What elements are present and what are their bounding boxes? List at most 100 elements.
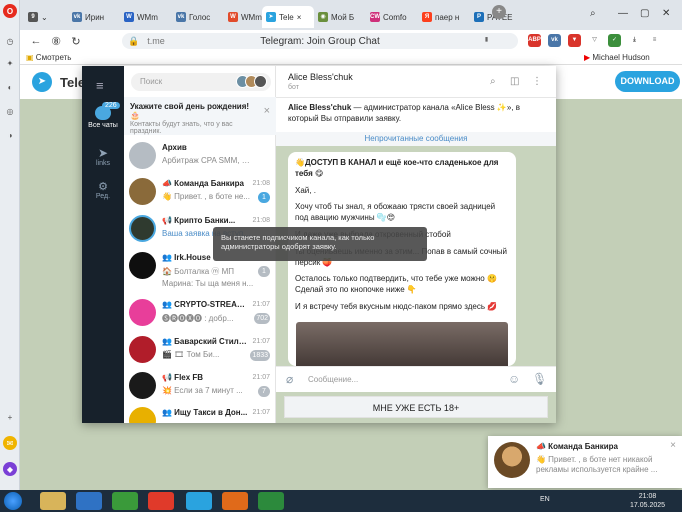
back-icon[interactable]: ← xyxy=(28,35,44,47)
search-tabs-icon[interactable]: ⌕ xyxy=(590,8,596,19)
forward-icon[interactable]: ⑧ xyxy=(48,35,64,48)
more-options-icon[interactable]: ⋮ xyxy=(532,76,542,87)
adblock-icon[interactable]: ABP xyxy=(528,34,541,47)
close-icon[interactable]: × xyxy=(297,13,302,22)
close-icon[interactable]: × xyxy=(670,440,676,451)
message-photo[interactable] xyxy=(296,322,508,366)
folder-links[interactable]: ➤ links xyxy=(82,146,124,167)
new-tab-button[interactable]: + xyxy=(492,5,506,19)
bookmark-item[interactable]: ▣ Смотреть xyxy=(26,53,71,62)
notification-text: 👋 Привет. , в боте нет никакой рекламы и… xyxy=(536,455,658,475)
vk-icon: vk xyxy=(176,12,186,22)
download-icon[interactable]: ⤓ xyxy=(628,34,641,47)
tab-item[interactable]: Я паер н xyxy=(418,6,470,28)
close-icon[interactable]: × xyxy=(264,105,270,117)
chat-row[interactable]: 👥 CRYPTO-STREAMI... 21:07 🅢🅡🅞🅧🅞 : добр..… xyxy=(124,295,276,334)
message-composer[interactable]: ⌀ Сообщение... ☺ 🎙 xyxy=(276,366,556,392)
download-button[interactable]: DOWNLOAD xyxy=(615,71,680,92)
close-window-button[interactable]: ✕ xyxy=(662,8,670,19)
language-indicator[interactable]: EN xyxy=(540,496,550,503)
unread-count: 702 xyxy=(254,313,270,324)
folder-label: Все чаты xyxy=(88,122,118,129)
folder-label: links xyxy=(95,160,110,167)
sidebar-toggle-icon[interactable]: ◫ xyxy=(510,76,519,87)
chat-preview: 🅢🅡🅞🅧🅞 : добр... xyxy=(162,314,234,323)
history-icon[interactable]: ◷ xyxy=(3,34,17,48)
speed-dial-icon[interactable]: ✦ xyxy=(3,56,17,70)
explorer-icon[interactable] xyxy=(40,492,66,510)
app-icon[interactable] xyxy=(258,492,284,510)
taskbar: EN 21:08 17.05.2025 xyxy=(0,490,682,512)
shield-icon[interactable]: ▼ xyxy=(568,34,581,47)
payeer-icon: P xyxy=(474,12,484,22)
birthday-banner[interactable]: Укажите свой день рождения! 🎂 Контакты б… xyxy=(124,97,276,135)
yandex-icon: Я xyxy=(422,12,432,22)
emoji-icon[interactable]: ☺ xyxy=(508,372,520,386)
search-input[interactable]: Поиск xyxy=(131,73,271,91)
globe-icon: ◉ xyxy=(318,12,328,22)
yandex-browser-icon[interactable] xyxy=(148,492,174,510)
maximize-button[interactable]: ▢ xyxy=(640,8,649,19)
tab-label: Ирин xyxy=(85,12,105,22)
folder-edit[interactable]: ⚙ Ред. xyxy=(82,180,124,200)
tab-item[interactable]: vk Ирин xyxy=(68,6,120,28)
notification-popup[interactable]: 📣 Команда Банкира 👋 Привет. , в боте нет… xyxy=(488,436,682,488)
search-icon[interactable]: ⌕ xyxy=(490,76,496,87)
aria-icon[interactable]: ◆ xyxy=(3,462,17,476)
chrome-icon[interactable] xyxy=(112,492,138,510)
chat-row[interactable]: 👥 Ищу Такси в Дон... 21:07 xyxy=(124,403,276,423)
url-field[interactable]: 🔒 t.me Telegram: Join Group Chat xyxy=(122,33,518,49)
chat-time: 21:08 xyxy=(252,217,270,224)
message-input[interactable]: Сообщение... xyxy=(308,375,358,384)
minimize-button[interactable]: — xyxy=(618,8,628,19)
browser-sidebar: O ◷ ✦ ◐ ◎ ◑ + ✉ ◆ xyxy=(0,0,20,490)
telegram-taskbar-icon[interactable] xyxy=(186,492,212,510)
chat-row[interactable]: 📢 Flex FB 21:07 💥 Если за 7 минут ... 7 xyxy=(124,368,276,407)
chat-time: 21:07 xyxy=(252,301,270,308)
unread-divider: Непрочитанные сообщения xyxy=(276,132,556,146)
chat-row[interactable]: 👥 Баварский Стиль... 21:07 🎬 🎞 Том Би...… xyxy=(124,332,276,371)
telegram-logo-icon[interactable]: ➤ xyxy=(32,72,52,92)
chat-row[interactable]: 📣 Команда Банкира 21:08 👋 Привет. , в бо… xyxy=(124,174,276,213)
tab-item[interactable]: vk Голос xyxy=(172,6,224,28)
unread-count: 1 xyxy=(258,266,270,277)
extension-icon[interactable]: ✓ xyxy=(608,34,621,47)
sidebar-shortcut-icon[interactable]: ◐ xyxy=(3,80,17,94)
menu-icon[interactable]: ≡ xyxy=(648,34,661,47)
sidebar-shortcut-icon[interactable]: ◑ xyxy=(3,128,17,142)
chat-header[interactable]: Alice Bless'chuk бот ⌕ ◫ ⋮ xyxy=(276,66,556,98)
tab-label: WMm xyxy=(137,12,158,22)
bookmark-item[interactable]: ▶ Michael Hudson xyxy=(584,53,650,62)
add-icon[interactable]: + xyxy=(3,410,17,424)
bookmark-icon[interactable]: ▮ xyxy=(480,34,493,47)
system-clock[interactable]: 21:08 17.05.2025 xyxy=(630,492,665,510)
chat-name: 📣 Команда Банкира xyxy=(162,179,244,188)
microphone-icon[interactable]: 🎙 xyxy=(532,372,547,386)
admin-notice: Alice Bless'chuk — администратор канала … xyxy=(276,98,556,132)
chat-row-archive[interactable]: Архив Арбитраж CPA SMM, Кейсы ... xyxy=(124,138,276,177)
stories-avatars[interactable] xyxy=(236,75,267,88)
confirm-age-button[interactable]: МНЕ УЖЕ ЕСТЬ 18+ xyxy=(284,396,548,418)
wallet-icon[interactable]: ✉ xyxy=(3,436,17,450)
tab-count-button[interactable]: 9 ⌄ xyxy=(24,6,52,28)
folder-all-chats[interactable]: 226 Все чаты xyxy=(82,102,124,129)
tab-item-active[interactable]: ➤ Tele × xyxy=(262,6,314,28)
tab-item[interactable]: W WMm xyxy=(120,6,172,28)
reload-icon[interactable]: ↻ xyxy=(68,35,84,48)
vk-extension-icon[interactable]: vk xyxy=(548,34,561,47)
media-player-icon[interactable] xyxy=(222,492,248,510)
settings-app-icon[interactable] xyxy=(76,492,102,510)
tab-item[interactable]: CW Comfo xyxy=(366,6,418,28)
unread-count: 1 xyxy=(258,192,270,203)
start-button[interactable] xyxy=(4,492,22,510)
tab-item[interactable]: ◉ Мой Б xyxy=(314,6,366,28)
opera-logo-icon[interactable]: O xyxy=(3,4,17,18)
vpn-icon[interactable]: ▽ xyxy=(588,34,601,47)
message-line: Осталось только подтвердить, что тебе уж… xyxy=(295,274,497,295)
sidebar-shortcut-icon[interactable]: ◎ xyxy=(3,104,17,118)
menu-icon[interactable]: ≡ xyxy=(96,78,104,93)
archive-icon xyxy=(129,142,156,169)
chat-topics: 🏠 Болталка ⓜ МП xyxy=(162,267,235,276)
avatar xyxy=(129,407,156,423)
attach-icon[interactable]: ⌀ xyxy=(286,372,293,386)
